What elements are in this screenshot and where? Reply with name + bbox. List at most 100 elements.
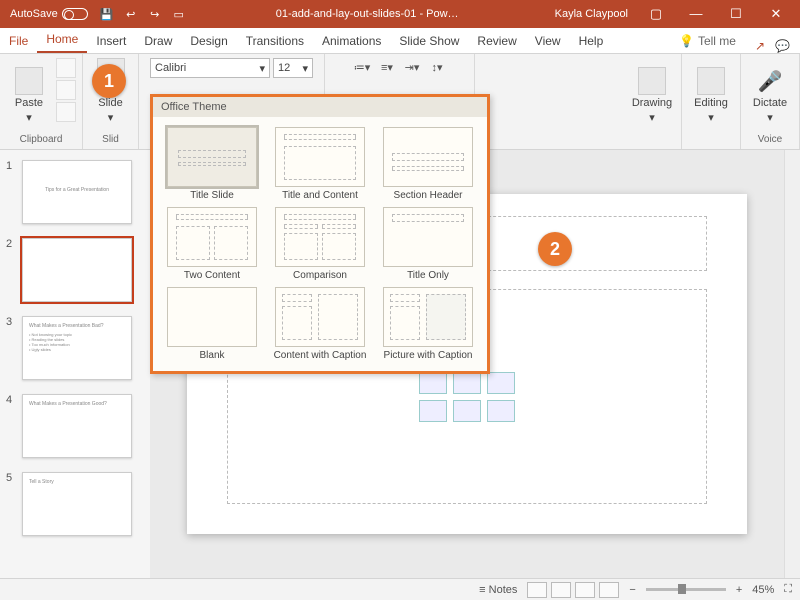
tab-design[interactable]: Design [181, 29, 236, 53]
paste-button[interactable]: Paste ▾ [6, 58, 52, 124]
font-name-value: Calibri [155, 62, 186, 74]
layout-content-with-caption[interactable]: Content with Caption [269, 287, 371, 361]
pictures-icon[interactable] [419, 400, 447, 422]
tab-view[interactable]: View [526, 29, 570, 53]
chevron-down-icon: ▾ [108, 111, 114, 124]
share-icon[interactable]: ↗ [755, 39, 765, 53]
online-pictures-icon[interactable] [453, 400, 481, 422]
tab-file[interactable]: File [0, 29, 37, 53]
reading-view-button[interactable] [575, 582, 595, 598]
window-controls: ▢ — ☐ ✕ [636, 6, 796, 22]
title-bar: AutoSave 💾 ↩ ↪ ▭ 01-add-and-lay-out-slid… [0, 0, 800, 28]
editing-label: Editing [694, 97, 728, 109]
slideshow-view-button[interactable] [599, 582, 619, 598]
voice-group-label: Voice [758, 134, 782, 147]
layout-section-header[interactable]: Section Header [377, 127, 479, 201]
zoom-slider[interactable] [646, 588, 726, 591]
smartart-icon[interactable] [487, 372, 515, 394]
thumb-number: 2 [6, 238, 16, 250]
notes-button[interactable]: ≡ Notes [479, 584, 517, 596]
autosave-label: AutoSave [10, 8, 58, 20]
tab-animations[interactable]: Animations [313, 29, 390, 53]
dictate-button[interactable]: 🎤 Dictate ▾ [747, 58, 793, 124]
font-size-select[interactable]: 12▾ [273, 58, 313, 78]
clipboard-group-label: Clipboard [20, 134, 63, 147]
slide-thumbnail-4[interactable]: What Makes a Presentation Good? [22, 394, 132, 458]
callout-badge-2: 2 [538, 232, 572, 266]
layout-two-content[interactable]: Two Content [161, 207, 263, 281]
vertical-scrollbar[interactable] [784, 150, 800, 578]
chevron-down-icon: ▾ [26, 111, 32, 124]
tab-transitions[interactable]: Transitions [237, 29, 313, 53]
slide-thumbnail-3[interactable]: What Makes a Presentation Bad?• Not know… [22, 316, 132, 380]
chart-icon[interactable] [453, 372, 481, 394]
format-painter-button[interactable] [56, 102, 76, 122]
tell-me-search[interactable]: 💡 Tell me [670, 29, 745, 53]
zoom-level[interactable]: 45% [752, 584, 774, 596]
slide-thumbnail-1[interactable]: Tips for a Great Presentation [22, 160, 132, 224]
indent-button[interactable]: ⇥▾ [401, 58, 423, 76]
thumb-title: Tips for a Great Presentation [29, 187, 125, 193]
text-direction-button[interactable]: ↕▾ [426, 58, 448, 76]
ribbon-display-icon[interactable]: ▢ [636, 6, 676, 22]
clipboard-icon [15, 67, 43, 95]
font-family-select[interactable]: Calibri▾ [150, 58, 270, 78]
video-icon[interactable] [487, 400, 515, 422]
layout-title-only[interactable]: Title Only [377, 207, 479, 281]
font-size-value: 12 [278, 62, 290, 74]
slides-group-label: Slid [102, 134, 119, 147]
notes-label: Notes [489, 584, 518, 596]
undo-icon[interactable]: ↩ [122, 5, 140, 23]
view-buttons [527, 582, 619, 598]
minimize-icon[interactable]: — [676, 6, 716, 22]
layout-title-and-content[interactable]: Title and Content [269, 127, 371, 201]
user-name[interactable]: Kayla Claypool [547, 8, 636, 20]
tab-review[interactable]: Review [468, 29, 525, 53]
slide-thumbnail-2[interactable] [22, 238, 132, 302]
paste-label: Paste [15, 97, 43, 109]
document-title: 01-add-and-lay-out-slides-01 - Pow… [188, 8, 547, 20]
layout-label: Comparison [293, 270, 347, 281]
dictate-label: Dictate [753, 97, 787, 109]
tab-slideshow[interactable]: Slide Show [390, 29, 468, 53]
fit-to-window-button[interactable]: ⛶ [784, 583, 792, 596]
layout-blank[interactable]: Blank [161, 287, 263, 361]
start-slideshow-icon[interactable]: ▭ [170, 5, 188, 23]
copy-button[interactable] [56, 80, 76, 100]
layout-label: Title Slide [190, 190, 234, 201]
layout-label: Blank [199, 350, 224, 361]
layout-label: Picture with Caption [384, 350, 473, 361]
numbering-button[interactable]: ≡▾ [376, 58, 398, 76]
editing-button[interactable]: Editing ▾ [688, 58, 734, 124]
zoom-in-button[interactable]: + [736, 584, 742, 596]
chevron-down-icon: ▾ [649, 111, 655, 124]
layout-label: Title and Content [282, 190, 358, 201]
close-icon[interactable]: ✕ [756, 6, 796, 22]
drawing-button[interactable]: Drawing ▾ [629, 58, 675, 124]
layout-comparison[interactable]: Comparison [269, 207, 371, 281]
tab-draw[interactable]: Draw [135, 29, 181, 53]
tab-home[interactable]: Home [37, 27, 87, 53]
maximize-icon[interactable]: ☐ [716, 6, 756, 22]
status-bar: ≡ Notes − + 45% ⛶ [0, 578, 800, 600]
autosave-toggle[interactable]: AutoSave [4, 8, 94, 20]
zoom-out-button[interactable]: − [629, 584, 635, 596]
save-icon[interactable]: 💾 [98, 5, 116, 23]
slide-sorter-button[interactable] [551, 582, 571, 598]
drawing-label: Drawing [632, 97, 672, 109]
microphone-icon: 🎤 [756, 67, 784, 95]
tell-me-label: Tell me [698, 34, 736, 48]
table-icon[interactable] [419, 372, 447, 394]
tab-insert[interactable]: Insert [87, 29, 135, 53]
tab-help[interactable]: Help [570, 29, 613, 53]
normal-view-button[interactable] [527, 582, 547, 598]
slide-thumbnail-5[interactable]: Tell a Story [22, 472, 132, 536]
thumb-number: 1 [6, 160, 16, 172]
redo-icon[interactable]: ↪ [146, 5, 164, 23]
layout-label: Title Only [407, 270, 449, 281]
cut-button[interactable] [56, 58, 76, 78]
comments-icon[interactable]: 💬 [775, 39, 790, 53]
layout-title-slide[interactable]: Title Slide [161, 127, 263, 201]
layout-picture-with-caption[interactable]: Picture with Caption [377, 287, 479, 361]
bullets-button[interactable]: ≔▾ [351, 58, 373, 76]
